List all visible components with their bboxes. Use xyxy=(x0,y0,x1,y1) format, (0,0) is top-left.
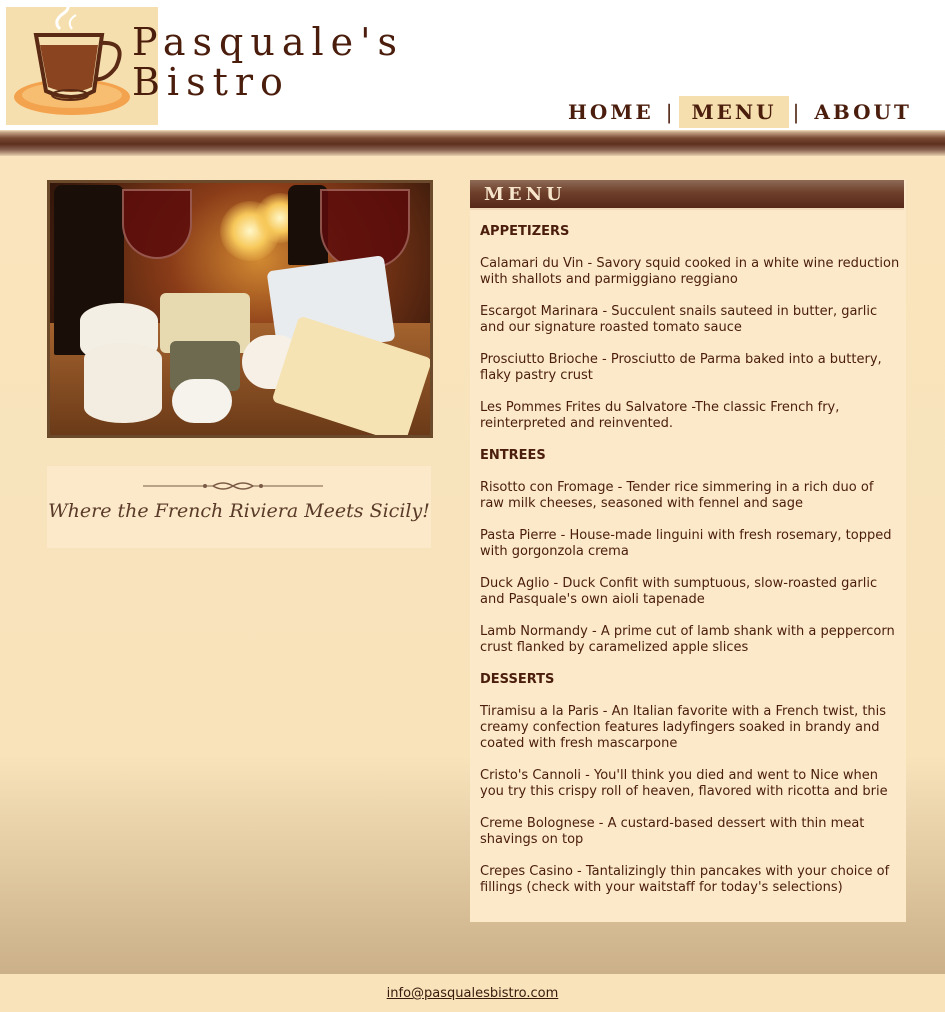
menu-section-entrees: ENTREES Risotto con Fromage - Tender ric… xyxy=(480,448,900,656)
nav-menu[interactable]: MENU xyxy=(679,96,789,128)
cheese xyxy=(172,379,232,423)
menu-item: Prosciutto Brioche - Prosciutto de Parma… xyxy=(480,352,882,383)
section-title: DESSERTS xyxy=(480,672,555,687)
tagline-text: Where the French Riviera Meets Sicily! xyxy=(48,500,430,522)
nav-home[interactable]: HOME xyxy=(560,96,662,128)
tagline-banner: Where the French Riviera Meets Sicily! xyxy=(47,466,431,548)
menu-section-appetizers: APPETIZERS Calamari du Vin - Savory squi… xyxy=(480,224,900,432)
menu-item: Cristo's Cannoli - You'll think you died… xyxy=(480,768,888,799)
menu-panel: MENU APPETIZERS Calamari du Vin - Savory… xyxy=(470,180,906,922)
menu-item: Lamb Normandy - A prime cut of lamb shan… xyxy=(480,624,895,655)
menu-item: Calamari du Vin - Savory squid cooked in… xyxy=(480,256,900,287)
brand-title: Pasquale's Bistro xyxy=(132,22,404,102)
flourish-ornament xyxy=(143,482,323,490)
nav-separator: | xyxy=(792,100,803,124)
menu-item: Creme Bolognese - A custard-based desser… xyxy=(480,816,865,847)
menu-item: Escargot Marinara - Succulent snails sau… xyxy=(480,304,878,335)
nav-separator: | xyxy=(665,100,676,124)
menu-content: APPETIZERS Calamari du Vin - Savory squi… xyxy=(480,224,900,912)
brand-line-2: Bistro xyxy=(132,60,290,104)
site-header: Pasquale's Bistro HOME | MENU | ABOUT US xyxy=(0,0,945,156)
menu-item: Tiramisu a la Paris - An Italian favorit… xyxy=(480,704,887,751)
menu-item: Les Pommes Frites du Salvatore -The clas… xyxy=(480,400,840,431)
footer-email-link[interactable]: info@pasqualesbistro.com xyxy=(0,986,945,1001)
brand-line-1: Pasquale's xyxy=(132,20,405,64)
section-title: ENTREES xyxy=(480,448,546,463)
site-footer: info@pasqualesbistro.com xyxy=(0,974,945,1012)
main-nav: HOME | MENU | ABOUT US xyxy=(560,96,945,156)
menu-item: Crepes Casino - Tantalizingly thin panca… xyxy=(480,864,890,895)
menu-header-title: MENU xyxy=(484,184,566,205)
menu-header-bar: MENU xyxy=(470,180,904,210)
section-title: APPETIZERS xyxy=(480,224,570,239)
menu-section-desserts: DESSERTS Tiramisu a la Paris - An Italia… xyxy=(480,672,900,896)
menu-item: Risotto con Fromage - Tender rice simmer… xyxy=(480,480,874,511)
wine-and-cheese-photo xyxy=(47,180,433,438)
nav-about-us[interactable]: ABOUT US xyxy=(806,96,945,156)
cheese xyxy=(84,343,162,423)
header-divider xyxy=(0,130,945,156)
menu-item: Pasta Pierre - House-made linguini with … xyxy=(480,528,892,559)
wine-glass xyxy=(122,189,192,259)
menu-item: Duck Aglio - Duck Confit with sumptuous,… xyxy=(480,576,878,607)
